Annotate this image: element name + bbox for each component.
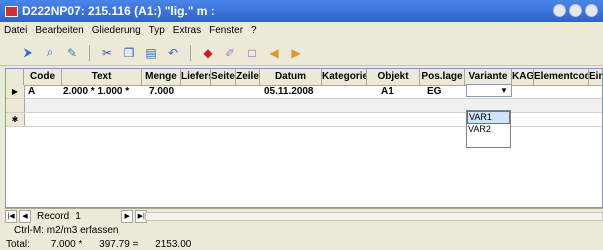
cell-menge[interactable]: 7.000 xyxy=(149,85,174,98)
edit-icon[interactable]: ✎ xyxy=(64,45,80,61)
new-row[interactable]: ✱ xyxy=(6,113,602,127)
row-selector-header xyxy=(6,69,24,85)
cell-datum[interactable]: 05.11.2008 xyxy=(264,85,314,98)
grid-header: Code Text Menge Liefers Seite Zeile Datu… xyxy=(6,69,602,86)
menu-bar: Datei Bearbeiten Gliederung Typ Extras F… xyxy=(0,22,603,39)
column-header-objekt[interactable]: Objekt xyxy=(367,69,420,85)
variante-dropdown[interactable]: ▼ xyxy=(466,84,512,97)
horizontal-scrollbar[interactable] xyxy=(145,212,603,221)
pencil-icon[interactable]: ✐ xyxy=(222,45,238,61)
menu-datei[interactable]: Datei xyxy=(0,25,31,36)
column-header-variante[interactable]: Variante xyxy=(465,69,512,85)
cell-text[interactable]: 2.000 * 1.000 * xyxy=(63,85,129,98)
window-controls xyxy=(553,4,598,17)
app-icon xyxy=(5,5,18,17)
next-record-icon[interactable]: ▶ xyxy=(121,209,134,223)
minimize-button[interactable] xyxy=(553,4,566,17)
totals-label: Total: xyxy=(6,239,30,250)
search-icon[interactable]: ⌕ xyxy=(42,45,58,61)
chevron-down-icon[interactable]: ▼ xyxy=(499,86,509,95)
eraser-icon[interactable]: ◆ xyxy=(200,45,216,61)
enter-icon[interactable]: ⮞ xyxy=(20,45,36,61)
column-header-elementcode[interactable]: Elementcod xyxy=(534,69,589,85)
menu-typ[interactable]: Typ xyxy=(145,25,169,36)
column-header-menge[interactable]: Menge xyxy=(142,69,181,85)
paste-icon[interactable]: ▤ xyxy=(143,45,159,61)
dropdown-option-var2[interactable]: VAR2 xyxy=(467,124,510,135)
cell-objekt[interactable]: A1 xyxy=(381,85,394,98)
left-arrow-icon[interactable]: ◀ xyxy=(266,45,282,61)
column-header-kategorie[interactable]: Kategorie xyxy=(322,69,367,85)
column-header-datum[interactable]: Datum xyxy=(260,69,322,85)
column-header-text[interactable]: Text xyxy=(62,69,142,85)
cut-icon[interactable]: ✂ xyxy=(99,45,115,61)
record-number[interactable]: 1 xyxy=(75,211,121,222)
close-button[interactable] xyxy=(585,4,598,17)
data-grid: Code Text Menge Liefers Seite Zeile Datu… xyxy=(5,68,603,208)
totals-bar: Total: 7.000 * 397.79 = 2153.00 xyxy=(0,239,603,250)
cell-code[interactable]: A xyxy=(28,85,35,98)
title-bar: D222NP07: 215.116 (A1:) "lig." m : xyxy=(0,0,603,22)
variante-dropdown-list: VAR1 VAR2 xyxy=(466,110,511,148)
right-arrow-icon[interactable]: ▶ xyxy=(288,45,304,61)
total-value-1: 7.000 * xyxy=(50,239,83,250)
table-row[interactable]: ▶ A 2.000 * 1.000 * 7.000 05.11.2008 A1 … xyxy=(6,85,602,99)
record-navigator: |◀ ◀ Record 1 ▶ ▶| xyxy=(5,208,603,223)
first-record-icon[interactable]: |◀ xyxy=(5,209,17,223)
column-header-zeile[interactable]: Zeile xyxy=(236,69,260,85)
box-icon[interactable]: □ xyxy=(244,45,260,61)
undo-icon[interactable]: ↶ xyxy=(165,45,181,61)
copy-icon[interactable]: ❐ xyxy=(121,45,137,61)
total-value-2: 397.79 = xyxy=(99,239,139,250)
menu-extras[interactable]: Extras xyxy=(169,25,205,36)
dropdown-option-var1[interactable]: VAR1 xyxy=(467,111,510,124)
window-title: D222NP07: 215.116 (A1:) "lig." m : xyxy=(22,4,215,18)
row-selector[interactable] xyxy=(6,99,25,112)
menu-bearbeiten[interactable]: Bearbeiten xyxy=(31,25,87,36)
table-row-blank[interactable] xyxy=(6,99,602,113)
toolbar-separator xyxy=(190,44,191,61)
status-hint: Ctrl-M: m2/m3 erfassen xyxy=(14,225,119,236)
maximize-button[interactable] xyxy=(569,4,582,17)
column-header-seite[interactable]: Seite xyxy=(211,69,236,85)
menu-fenster[interactable]: Fenster xyxy=(205,25,247,36)
record-label: Record xyxy=(37,210,70,222)
menu-gliederung[interactable]: Gliederung xyxy=(88,25,145,36)
current-row-indicator-icon[interactable]: ▶ xyxy=(6,85,25,98)
column-header-liefers[interactable]: Liefers xyxy=(181,69,211,85)
cell-poslage[interactable]: EG xyxy=(427,85,441,98)
toolbar-separator xyxy=(89,44,90,61)
column-header-poslage[interactable]: Pos.lage xyxy=(420,69,465,85)
column-header-ein[interactable]: Ein xyxy=(589,69,602,85)
column-header-code[interactable]: Code xyxy=(24,69,62,85)
total-value-3: 2153.00 xyxy=(155,239,192,250)
column-header-kag[interactable]: KAG xyxy=(512,69,534,85)
toolbar: ⮞ ⌕ ✎ ✂ ❐ ▤ ↶ ◆ ✐ □ ◀ ▶ xyxy=(0,40,603,66)
menu-help[interactable]: ? xyxy=(247,25,261,36)
previous-record-icon[interactable]: ◀ xyxy=(19,209,31,223)
new-row-asterisk-icon[interactable]: ✱ xyxy=(6,113,25,126)
